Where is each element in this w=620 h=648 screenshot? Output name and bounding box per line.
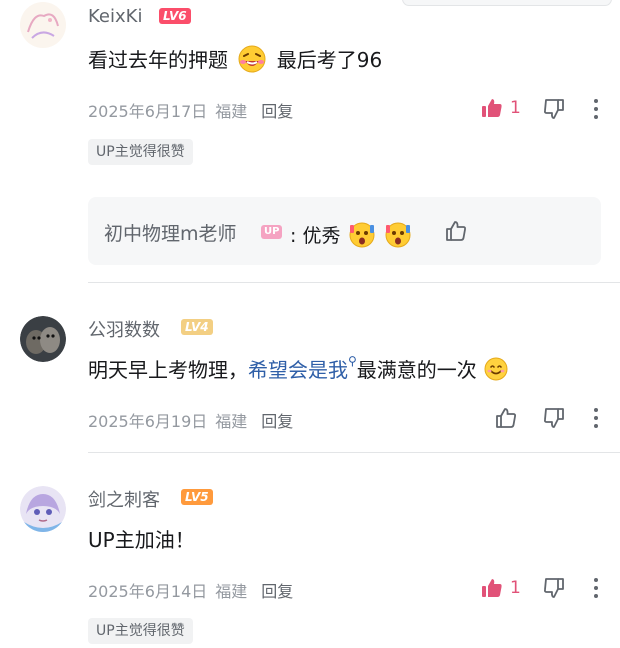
dislike-button[interactable] xyxy=(542,576,566,604)
level-badge: LV5 xyxy=(181,489,213,505)
thumbs-down-icon xyxy=(544,578,564,598)
sub-reply-text: : 优秀 xyxy=(290,219,413,254)
comment-text: 看过去年的押题 最后考了96 xyxy=(88,44,382,79)
up-liked-tag: UP主觉得很赞 xyxy=(88,139,193,165)
like-button[interactable] xyxy=(494,406,518,430)
like-count: 1 xyxy=(510,98,521,118)
reply-button[interactable]: 回复 xyxy=(261,412,293,431)
thumbs-up-icon xyxy=(482,579,502,597)
level-badge: LV4 xyxy=(181,319,213,335)
comment-text: 明天早上考物理，希望会是我⚲最满意的一次 xyxy=(88,354,509,387)
dislike-button[interactable] xyxy=(542,97,566,125)
thumbs-down-icon xyxy=(544,99,564,119)
more-options-button[interactable] xyxy=(586,97,606,125)
sub-reply-content: 优秀 xyxy=(302,225,341,247)
like-button[interactable]: 1 xyxy=(480,576,521,600)
comment-text-part: 最后考了96 xyxy=(276,48,383,72)
comment-location: 福建 xyxy=(215,102,248,121)
comment-date: 2025年6月14日 xyxy=(88,582,208,601)
comment-text-part: 明天早上考物理， xyxy=(88,358,248,382)
avatar[interactable] xyxy=(20,486,66,532)
thumbs-up-icon xyxy=(496,408,516,428)
grinning-tears-emoji-icon xyxy=(237,44,267,79)
username[interactable]: 公羽数数 xyxy=(88,316,160,342)
up-badge: UP xyxy=(261,225,283,239)
avatar[interactable] xyxy=(20,2,66,48)
comment-text-part: 最满意的一次 xyxy=(356,358,477,382)
username[interactable]: 剑之刺客 xyxy=(88,486,160,512)
comment-divider xyxy=(88,282,620,283)
like-button[interactable]: 1 xyxy=(480,96,521,120)
avatar[interactable] xyxy=(20,316,66,362)
dislike-button[interactable] xyxy=(542,406,566,434)
reply-button[interactable]: 回复 xyxy=(261,582,293,601)
more-options-button[interactable] xyxy=(586,406,606,434)
up-liked-tag: UP主觉得很赞 xyxy=(88,618,193,644)
reply-button[interactable]: 回复 xyxy=(261,102,293,121)
comment-text-part: 看过去年的押题 xyxy=(88,48,228,72)
more-vertical-icon xyxy=(594,99,598,119)
more-vertical-icon xyxy=(594,578,598,598)
comment-location: 福建 xyxy=(215,582,248,601)
shocked-emoji-icon xyxy=(347,219,377,254)
comment-date: 2025年6月17日 xyxy=(88,102,208,121)
comment-meta: 2025年6月19日 福建 回复 xyxy=(88,408,293,432)
search-link[interactable]: 希望会是我 xyxy=(248,358,348,382)
username[interactable]: KeixKi xyxy=(88,6,142,27)
comment-item: 剑之刺客 LV5 UP主加油！ 2025年6月14日 福建 回复 1 UP主觉得很赞 xyxy=(0,460,620,648)
comment-date: 2025年6月19日 xyxy=(88,412,208,431)
comment-location: 福建 xyxy=(215,412,248,431)
smile-emoji-icon xyxy=(483,356,509,387)
comment-divider xyxy=(88,452,620,453)
thumbs-up-icon xyxy=(446,221,466,241)
search-link-icon[interactable]: ⚲ xyxy=(348,354,357,368)
shocked-emoji-icon xyxy=(383,219,413,254)
sub-reply-username[interactable]: 初中物理m老师 xyxy=(104,219,237,246)
more-options-button[interactable] xyxy=(586,576,606,604)
level-badge: LV6 xyxy=(159,8,191,24)
thumbs-up-icon xyxy=(482,99,502,117)
more-vertical-icon xyxy=(594,408,598,428)
like-count: 1 xyxy=(510,578,521,598)
comment-item: 公羽数数 LV4 明天早上考物理，希望会是我⚲最满意的一次 2025年6月19日… xyxy=(0,290,620,450)
comment-meta: 2025年6月17日 福建 回复 xyxy=(88,98,293,122)
sub-reply-colon: : xyxy=(290,225,297,247)
sub-reply[interactable]: 初中物理m老师 UP : 优秀 xyxy=(88,197,601,265)
sub-reply-like-button[interactable] xyxy=(444,219,468,247)
thumbs-down-icon xyxy=(544,408,564,428)
comment-item: KeixKi LV6 看过去年的押题 最后考了96 2025年6月17日 福建 回复… xyxy=(0,0,620,280)
comment-text: UP主加油！ xyxy=(88,528,195,552)
comment-meta: 2025年6月14日 福建 回复 xyxy=(88,578,293,602)
